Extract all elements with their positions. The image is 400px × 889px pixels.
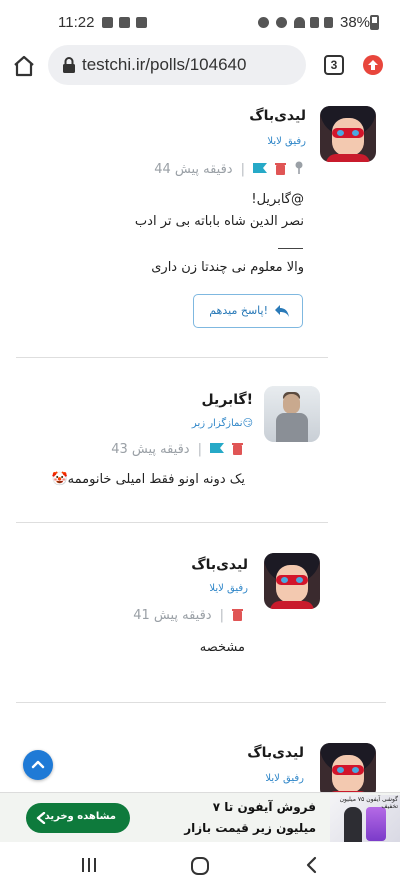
reply-button[interactable]: پاسخ میدهم! — [193, 294, 303, 328]
flag-icon[interactable] — [253, 160, 267, 179]
address-bar[interactable]: testchi.ir/polls/104640 — [48, 45, 306, 85]
comment-time: 43 دقیقه پیش — [111, 441, 190, 457]
author-subtitle: رفیق لایلا — [265, 773, 304, 784]
comment-time: 41 دقیقه پیش — [133, 607, 212, 623]
tab-switcher-button[interactable]: 3 — [324, 55, 344, 75]
comment-body-line: یک دونه اونو فقط امیلی خانوممه🤡 — [51, 472, 245, 487]
meta-separator: | — [219, 607, 224, 623]
url-text: testchi.ir/polls/104640 — [82, 55, 247, 74]
notification-icon — [102, 17, 113, 28]
comment-body-line: @گابریل! — [251, 192, 304, 207]
ad-cta-label: مشاهده وخرید — [44, 811, 116, 822]
meta-separator: | — [197, 441, 202, 457]
avatar[interactable] — [320, 106, 376, 162]
signal-icon — [324, 17, 333, 28]
browser-toolbar: testchi.ir/polls/104640 3 — [0, 42, 400, 90]
comments-list[interactable]: لیدی‌باگ رفیق لایلا | 44 دقیقه پیش @گابر… — [0, 90, 400, 792]
comment-body-line: مشخصه — [199, 640, 245, 655]
avatar[interactable] — [264, 386, 320, 442]
reply-icon — [275, 305, 289, 317]
battery-percent: 38% — [340, 14, 371, 31]
upgrade-icon[interactable] — [363, 55, 383, 75]
image-icon — [136, 17, 147, 28]
comment-meta: | 44 دقیقه پیش — [154, 160, 304, 178]
ad-banner[interactable]: گوشی آیفون ۷۵ میلیون تخفیف فروش آیفون تا… — [0, 792, 400, 843]
delete-icon[interactable] — [232, 606, 243, 625]
avatar[interactable] — [264, 553, 320, 609]
comment-author[interactable]: لیدی‌باگ — [247, 745, 304, 761]
ad-image-caption: گوشی آیفون ۷۵ میلیون تخفیف — [339, 796, 398, 810]
recent-apps-icon[interactable] — [80, 856, 98, 874]
author-subtitle: رفیق لایلا — [267, 136, 306, 147]
comment-time: 44 دقیقه پیش — [154, 161, 233, 177]
chevron-up-icon — [31, 760, 45, 769]
clock-icon — [276, 17, 287, 28]
scroll-to-top-button[interactable] — [23, 750, 53, 780]
pin-icon[interactable] — [294, 160, 304, 179]
signal-icon — [310, 17, 319, 28]
comment-item: لیدی‌باگ رفیق لایلا | 44 دقیقه پیش @گابر… — [0, 90, 400, 358]
lock-icon — [62, 57, 76, 73]
meta-separator: | — [240, 161, 245, 177]
home-icon[interactable] — [12, 54, 36, 78]
avatar[interactable] — [320, 743, 376, 792]
flag-icon[interactable] — [210, 440, 224, 459]
comment-author[interactable]: گابریل! — [201, 392, 253, 408]
comment-meta: | 43 دقیقه پیش — [111, 440, 243, 458]
author-subtitle: رفیق لایلا — [209, 583, 248, 594]
comment-author[interactable]: لیدی‌باگ — [191, 557, 248, 573]
comment-body-line: نصر الدین شاه باباته بی تر ادب — [134, 214, 304, 229]
reply-label: پاسخ میدهم! — [209, 304, 268, 317]
notification-icon — [119, 17, 130, 28]
comment-item: گابریل! نمازگزار زبر😏 | 43 دقیقه پیش یک … — [0, 358, 400, 523]
author-subtitle: نمازگزار زبر😏 — [191, 418, 253, 429]
ad-headline[interactable]: فروش آیفون تا ۷ میلیون زیر قیمت بازار — [176, 797, 316, 839]
comment-item: لیدی‌باگ رفیق لایلا — [0, 703, 400, 792]
alarm-icon — [258, 17, 269, 28]
comment-author[interactable]: لیدی‌باگ — [249, 108, 306, 124]
delete-icon[interactable] — [232, 440, 243, 459]
battery-icon — [370, 15, 379, 30]
status-time: 11:22 — [58, 14, 95, 31]
delete-icon[interactable] — [275, 160, 286, 179]
comment-item: لیدی‌باگ رفیق لایلا | 41 دقیقه پیش مشخصه — [0, 523, 400, 703]
ad-cta-button[interactable]: مشاهده وخرید — [26, 803, 130, 833]
home-nav-icon[interactable] — [190, 856, 210, 876]
comment-meta: | 41 دقیقه پیش — [133, 606, 243, 624]
comment-body-rule — [278, 248, 303, 249]
system-nav-bar — [0, 842, 400, 889]
status-bar: 11:22 38% — [0, 0, 400, 42]
comment-body-line: والا معلوم نی چندتا زن داری — [151, 260, 304, 275]
chevron-left-icon — [36, 812, 46, 824]
back-icon[interactable] — [304, 856, 320, 874]
wifi-icon — [294, 17, 305, 28]
